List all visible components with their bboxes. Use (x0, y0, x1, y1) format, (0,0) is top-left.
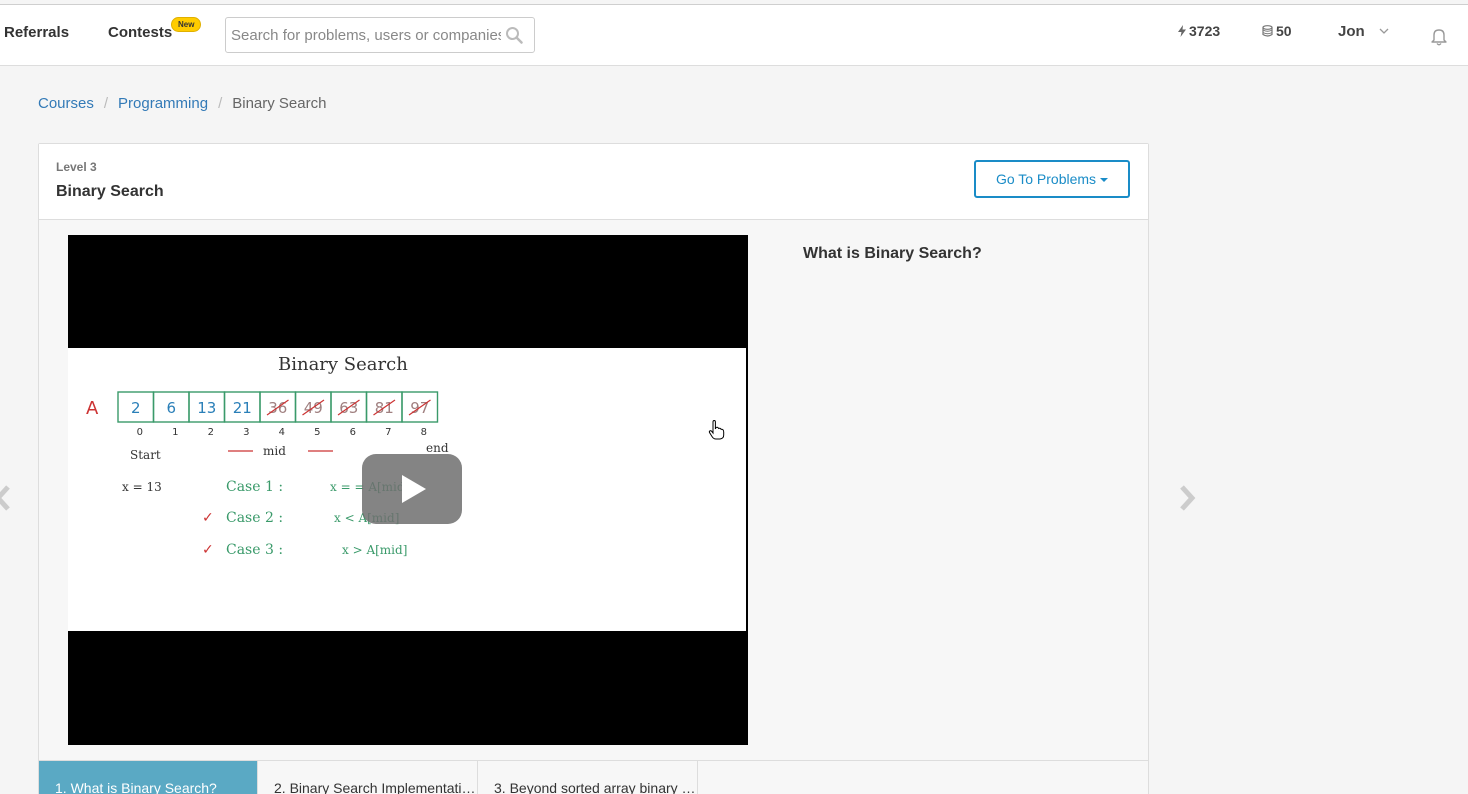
lesson-panel-header: Level 3 Binary Search Go To Problems (39, 144, 1148, 220)
lesson-tabs: 1. What is Binary Search? 2. Binary Sear… (39, 760, 1148, 794)
next-lesson-arrow[interactable] (1176, 483, 1196, 513)
bell-icon[interactable] (1430, 27, 1448, 47)
breadcrumb-separator: / (218, 95, 223, 112)
tab-lesson-2[interactable]: 2. Binary Search Implementation (258, 761, 478, 794)
caret-down-icon (1100, 178, 1109, 182)
breadcrumb-programming[interactable]: Programming (118, 95, 208, 112)
thumbnail-case3: Case 3 : (226, 542, 283, 558)
thumbnail-array-label: A (86, 398, 99, 419)
thumbnail-x-equals: x = 13 (122, 480, 162, 494)
thumbnail-array-value: 6 (166, 399, 176, 417)
breadcrumb: Courses / Programming / Binary Search (38, 95, 326, 112)
thumbnail-array-value: 2 (131, 399, 141, 417)
thumbnail-start-label: Start (130, 448, 161, 462)
nav-referrals-link[interactable]: Referrals (4, 24, 69, 41)
tab-lesson-3[interactable]: 3. Beyond sorted array binary search (478, 761, 698, 794)
lesson-title: Binary Search (56, 183, 164, 200)
play-button[interactable] (362, 454, 462, 524)
hand-cursor-icon (708, 420, 725, 440)
chevron-right-icon (1180, 485, 1196, 511)
points-stat[interactable]: 3723 (1178, 23, 1220, 39)
new-badge: New (171, 17, 202, 32)
thumbnail-array-index: 6 (350, 427, 356, 438)
user-name: Jon (1338, 23, 1365, 40)
breadcrumb-courses[interactable]: Courses (38, 95, 94, 112)
thumbnail-array-index: 0 (137, 427, 143, 438)
search-icon[interactable] (505, 26, 523, 44)
level-label: Level 3 (56, 160, 97, 174)
thumbnail-array-index: 2 (208, 427, 214, 438)
thumbnail-array-index: 4 (279, 427, 285, 438)
thumbnail-array-index: 3 (243, 427, 249, 438)
coins-icon (1262, 25, 1273, 37)
thumbnail-array-value: 13 (197, 399, 216, 417)
thumbnail-title: Binary Search (278, 354, 408, 375)
search-input[interactable] (226, 18, 501, 52)
thumbnail-array-index: 1 (172, 427, 178, 438)
thumbnail-mid-label: mid (263, 444, 286, 458)
top-navbar: Referrals Contests New 3723 50 Jon (0, 5, 1468, 66)
thumbnail-array-index: 8 (421, 427, 427, 438)
lesson-panel: Level 3 Binary Search Go To Problems Bin… (38, 143, 1149, 794)
nav-contests-link[interactable]: Contests (108, 24, 172, 41)
lesson-section-heading: What is Binary Search? (803, 245, 982, 262)
go-to-problems-button[interactable]: Go To Problems (974, 160, 1130, 198)
chevron-down-icon (1379, 28, 1389, 34)
thumbnail-check-mark: ✓ (202, 542, 214, 558)
breadcrumb-separator: / (103, 95, 109, 112)
points-value: 3723 (1189, 23, 1221, 39)
previous-lesson-arrow[interactable] (0, 483, 14, 513)
thumbnail-case3-rhs: x > A[mid] (342, 543, 407, 557)
lesson-body: Binary Search A 206113221336449563681797… (39, 220, 1148, 760)
thumbnail-array-index: 7 (385, 427, 391, 438)
thumbnail-end-label: end (426, 441, 449, 455)
chevron-left-icon (0, 485, 10, 511)
thumbnail-array-value: 21 (233, 399, 252, 417)
go-to-problems-label: Go To Problems (995, 171, 1097, 187)
bolt-icon (1178, 25, 1186, 37)
breadcrumb-current: Binary Search (232, 95, 327, 112)
coins-value: 50 (1276, 23, 1292, 39)
search-box (225, 17, 535, 53)
play-icon (402, 475, 426, 503)
thumbnail-array-index: 5 (314, 427, 320, 438)
thumbnail-check-mark: ✓ (202, 510, 214, 526)
coins-stat[interactable]: 50 (1262, 23, 1292, 39)
video-player[interactable]: Binary Search A 206113221336449563681797… (68, 235, 748, 745)
thumbnail-case1: Case 1 : (226, 479, 283, 495)
user-menu[interactable]: Jon (1338, 23, 1389, 40)
tab-lesson-1[interactable]: 1. What is Binary Search? (39, 761, 258, 794)
thumbnail-case2: Case 2 : (226, 510, 283, 526)
